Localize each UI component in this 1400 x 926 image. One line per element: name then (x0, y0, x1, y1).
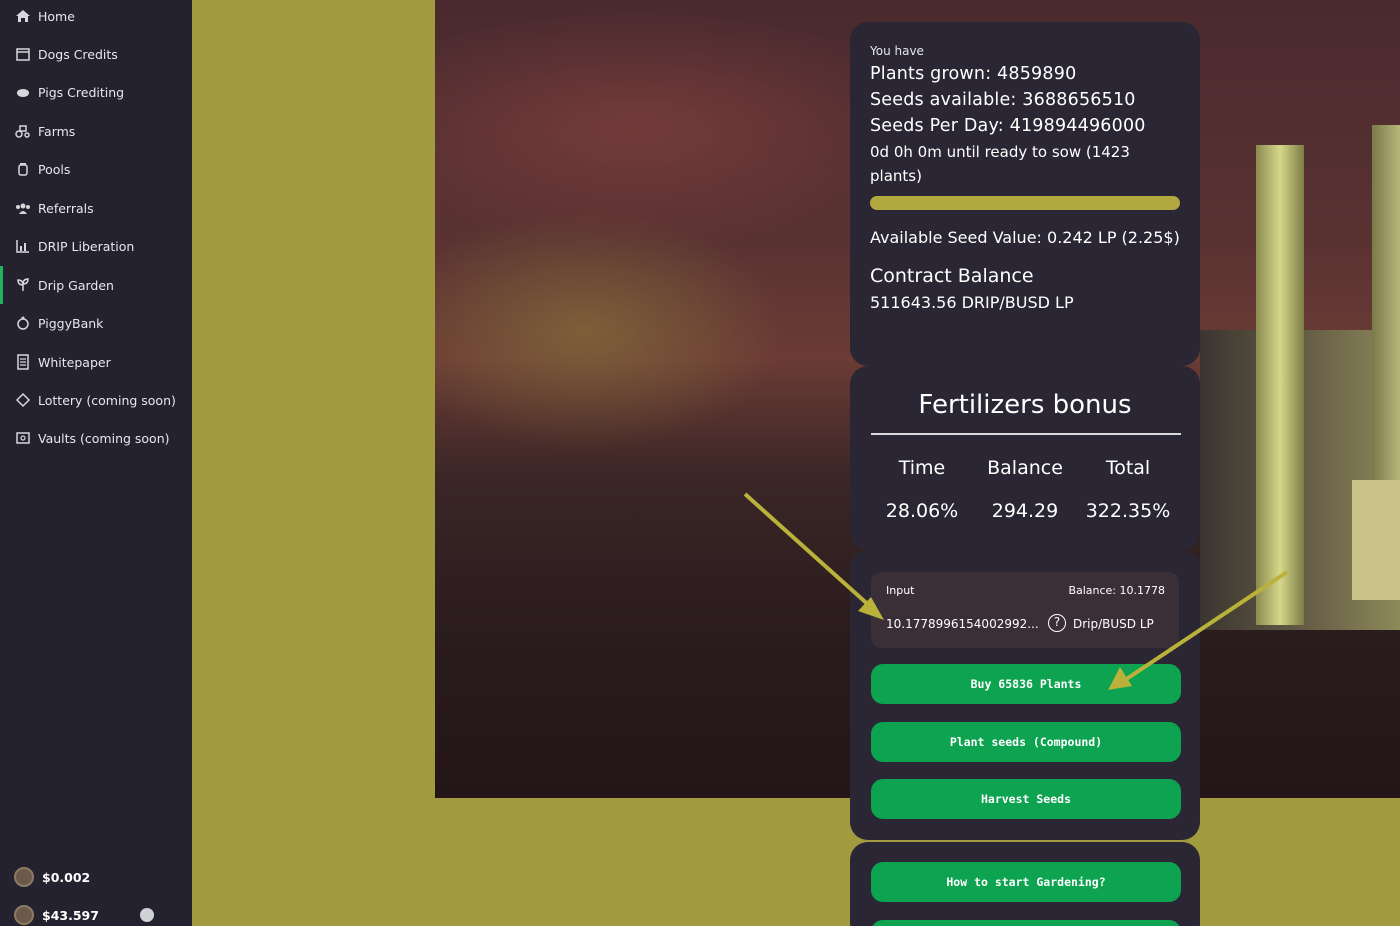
coin-icon (14, 867, 34, 887)
coin-icon (14, 905, 34, 925)
sidebar-item-farms[interactable]: Farms (0, 112, 192, 150)
sidebar-item-label: DRIP Liberation (38, 238, 135, 254)
price-label: $43.597 (42, 907, 99, 923)
sidebar-item-drip-garden[interactable]: Drip Garden (0, 266, 192, 304)
lp-input-box[interactable]: Input Balance: 10.1778 10.17789961540029… (871, 572, 1179, 648)
drip-price: $0.002 (14, 865, 184, 889)
harvest-button[interactable]: Harvest Seeds (871, 779, 1181, 819)
help-icon[interactable]: ? (1048, 614, 1066, 632)
seed-value: Available Seed Value: 0.242 LP (2.25$) (870, 228, 1180, 247)
sidebar-item-label: Pools (38, 161, 71, 177)
price-label: $0.002 (42, 869, 91, 885)
seeds-available: Seeds available: 3688656510 (870, 90, 1136, 110)
vault-icon (14, 429, 32, 447)
sidebar-item-drip-liberation[interactable]: DRIP Liberation (0, 227, 192, 265)
sidebar-item-home[interactable]: Home (0, 0, 192, 35)
sidebar-item-vaults[interactable]: Vaults (coming soon) (0, 419, 192, 457)
how-to-garden-button[interactable]: How to start Gardening? (871, 862, 1181, 902)
input-label: Input (886, 584, 915, 597)
jar-icon (14, 160, 32, 178)
garden-stats-card: You have Plants grown: 4859890 Seeds ava… (850, 22, 1200, 366)
ticket-icon (14, 391, 32, 409)
building-shape (1352, 480, 1400, 600)
fert-value-total: 322.35% (1085, 500, 1171, 522)
fertilizers-card: Fertilizers bonus Time Balance Total 28.… (850, 366, 1200, 550)
chimney-shape (1256, 145, 1304, 625)
chimney-shape (1372, 125, 1400, 505)
sidebar-item-label: Whitepaper (38, 354, 111, 370)
sidebar-item-pigs-crediting[interactable]: Pigs Crediting (0, 73, 192, 111)
sidebar-item-label: Vaults (coming soon) (38, 430, 170, 446)
bnb-price: $43.597 (14, 903, 184, 926)
actions-card: Input Balance: 10.1778 10.17789961540029… (850, 550, 1200, 840)
sidebar-item-dogs-credits[interactable]: Dogs Credits (0, 35, 192, 73)
seeds-per-day: Seeds Per Day: 419894496000 (870, 116, 1146, 136)
fertilizers-title: Fertilizers bonus (918, 390, 1132, 420)
sow-countdown: 0d 0h 0m until ready to sow (1423 plants… (870, 143, 1130, 185)
contract-balance-value: 511643.56 DRIP/BUSD LP (870, 293, 1074, 312)
help-card: How to start Gardening? (850, 842, 1200, 926)
store-icon (14, 45, 32, 63)
tractor-icon (14, 122, 32, 140)
telegram-icon[interactable] (140, 908, 154, 922)
piggy-icon (14, 83, 32, 101)
sidebar-item-label: PiggyBank (38, 315, 104, 331)
sidebar-item-label: Drip Garden (38, 277, 114, 293)
chart-icon (14, 237, 32, 255)
seedling-icon (14, 276, 32, 294)
sidebar-item-piggybank[interactable]: PiggyBank (0, 304, 192, 342)
input-balance[interactable]: Balance: 10.1778 (1068, 584, 1165, 597)
sidebar-item-label: Pigs Crediting (38, 84, 125, 100)
users-icon (14, 199, 32, 217)
divider (871, 433, 1181, 435)
piggybank-icon (14, 314, 32, 332)
you-have-label: You have (870, 44, 924, 58)
plants-grown: Plants grown: 4859890 (870, 64, 1077, 84)
sidebar-item-label: Referrals (38, 200, 94, 216)
next-button[interactable] (871, 920, 1181, 926)
fert-head-balance: Balance (987, 457, 1063, 479)
sidebar-item-pools[interactable]: Pools (0, 150, 192, 188)
sidebar-item-lottery[interactable]: Lottery (coming soon) (0, 381, 192, 419)
buy-plants-button[interactable]: Buy 65836 Plants (871, 664, 1181, 704)
contract-balance-title: Contract Balance (870, 265, 1034, 287)
home-icon (14, 7, 32, 25)
compound-button[interactable]: Plant seeds (Compound) (871, 722, 1181, 762)
document-icon (14, 353, 32, 371)
sidebar-item-label: Farms (38, 123, 76, 139)
fert-head-total: Total (1105, 457, 1151, 479)
fert-head-time: Time (898, 457, 946, 479)
sidebar: Home Dogs Credits Pigs Crediting Farms P… (0, 0, 192, 926)
token-label: Drip/BUSD LP (1073, 617, 1154, 631)
lp-amount-input[interactable]: 10.1778996154002992... (886, 617, 1044, 631)
sidebar-item-whitepaper[interactable]: Whitepaper (0, 343, 192, 381)
sidebar-item-label: Dogs Credits (38, 46, 118, 62)
sow-progress-bar (870, 196, 1180, 210)
sidebar-item-label: Home (38, 8, 75, 24)
fert-value-time: 28.06% (885, 500, 959, 522)
sidebar-item-label: Lottery (coming soon) (38, 392, 176, 408)
sidebar-item-referrals[interactable]: Referrals (0, 189, 192, 227)
fert-value-balance: 294.29 (991, 500, 1059, 522)
